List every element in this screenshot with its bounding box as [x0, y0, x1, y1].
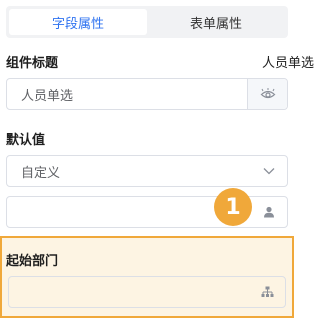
property-tabs: 字段属性 表单属性: [6, 6, 288, 38]
chevron-down-icon: [251, 156, 287, 186]
component-title-input-text: 人员单选: [21, 88, 74, 104]
component-title-input[interactable]: 人员单选: [6, 78, 288, 110]
component-title-display: 人员单选: [261, 56, 314, 71]
start-department-section: 起始部门: [0, 236, 294, 318]
default-value-select[interactable]: 自定义: [6, 155, 288, 187]
start-department-input[interactable]: [8, 276, 286, 308]
component-title-label: 组件标题: [6, 56, 59, 71]
tab-form-properties[interactable]: 表单属性: [147, 9, 285, 35]
tab-field-properties[interactable]: 字段属性: [9, 9, 147, 35]
user-icon[interactable]: [251, 197, 287, 227]
default-value-select-text: 自定义: [21, 165, 61, 181]
start-department-label: 起始部门: [6, 254, 59, 269]
eye-icon[interactable]: [247, 79, 287, 109]
org-chart-icon[interactable]: [249, 277, 285, 307]
step-badge: 1: [214, 188, 252, 226]
default-value-label: 默认值: [6, 133, 46, 148]
